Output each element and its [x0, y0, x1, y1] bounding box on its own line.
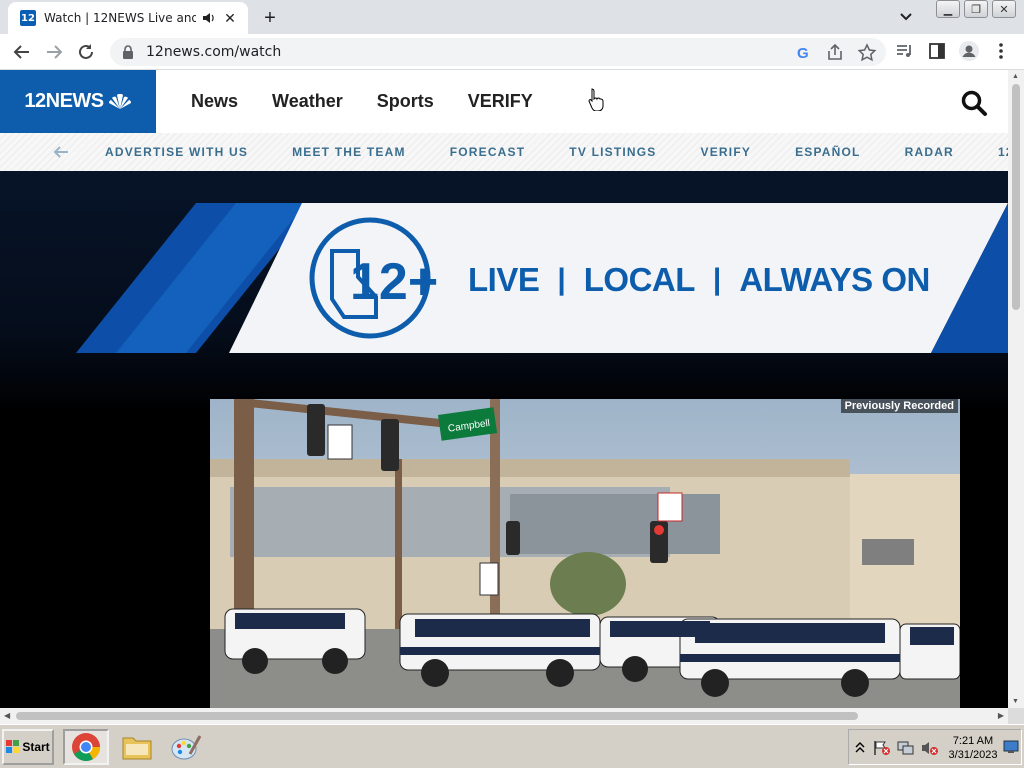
tab-strip: 12 Watch | 12NEWS Live and On-Demand ✕ +… — [0, 0, 1024, 34]
lock-icon — [123, 45, 133, 59]
scroll-down-icon[interactable]: ▼ — [1012, 698, 1019, 705]
sub-nav-items: ADVERTISE WITH US MEET THE TEAM FORECAST… — [105, 133, 1008, 171]
share-icon[interactable] — [824, 42, 846, 64]
clock[interactable]: 7:21 AM 3/31/2023 — [945, 734, 1001, 762]
forward-icon[interactable] — [42, 40, 66, 64]
sub-nav-forecast[interactable]: FORECAST — [450, 145, 526, 159]
close-tab-icon[interactable]: ✕ — [222, 10, 238, 26]
menu-icon[interactable] — [990, 40, 1012, 62]
chevron-up-icon[interactable] — [855, 741, 865, 753]
banner-tagline: LIVE | LOCAL | ALWAYS ON — [468, 261, 930, 299]
omnibox-icons: G — [792, 42, 878, 64]
vertical-scrollbar[interactable]: ▲ ▼ — [1008, 70, 1024, 708]
sub-nav-meet-the-team[interactable]: MEET THE TEAM — [292, 145, 406, 159]
profile-icon[interactable] — [958, 40, 980, 62]
banner-logo-text: 12+ — [350, 253, 438, 311]
banner-word-always-on: ALWAYS ON — [739, 261, 930, 298]
show-desktop-icon[interactable] — [1003, 740, 1019, 754]
window-close-icon[interactable]: ✕ — [992, 0, 1016, 18]
vertical-scroll-thumb[interactable] — [1012, 84, 1020, 310]
scroll-right-icon[interactable]: ▶ — [998, 711, 1004, 720]
nav-sports[interactable]: Sports — [377, 91, 434, 112]
nav-news[interactable]: News — [191, 91, 238, 112]
media-control-icon[interactable] — [894, 40, 916, 62]
speaker-icon[interactable] — [202, 11, 216, 25]
system-tray: 7:21 AM 3/31/2023 — [848, 729, 1022, 765]
arrow-left-icon[interactable] — [52, 143, 70, 161]
volume-muted-icon[interactable] — [921, 740, 939, 756]
previously-recorded-badge: Previously Recorded — [840, 399, 958, 413]
page-viewport: 12NEWS News Weather Sports VERIFY ADVERT… — [0, 70, 1008, 708]
horizontal-scrollbar[interactable]: ◀ ▶ — [0, 708, 1008, 724]
google-icon[interactable]: G — [792, 42, 814, 64]
nav-weather[interactable]: Weather — [272, 91, 343, 112]
scroll-corner — [1008, 708, 1024, 724]
site-header: 12NEWS News Weather Sports VERIFY — [0, 70, 1008, 133]
peacock-icon — [108, 93, 131, 109]
sub-nav-12news[interactable]: 12NEWS — [998, 145, 1008, 159]
hero-section: 12+ LIVE | LOCAL | ALWAYS ON Campbell Pr… — [0, 171, 1008, 708]
site-logo[interactable]: 12NEWS — [0, 70, 156, 133]
svg-text:G: G — [797, 45, 809, 62]
main-nav: News Weather Sports VERIFY — [191, 70, 533, 133]
video-player[interactable]: Campbell Previously Recorded — [210, 399, 960, 708]
address-bar[interactable]: 12news.com/watch G — [110, 38, 886, 66]
sub-nav: ADVERTISE WITH US MEET THE TEAM FORECAST… — [0, 133, 1008, 171]
chrome-icon — [72, 733, 100, 761]
back-icon[interactable] — [10, 40, 34, 64]
url-text: 12news.com/watch — [146, 44, 282, 60]
taskbar: Start 7:21 AM 3/31/2023 — [0, 724, 1024, 768]
twelve-plus-logo: 12+ — [309, 217, 438, 339]
nav-verify[interactable]: VERIFY — [468, 91, 533, 112]
restore-icon[interactable]: ❐ — [964, 0, 988, 18]
start-label: Start — [22, 740, 50, 754]
live-banner: 12+ LIVE | LOCAL | ALWAYS ON — [76, 203, 1008, 353]
minimize-icon[interactable]: ▁ — [936, 0, 960, 18]
plus-icon[interactable]: + — [258, 6, 282, 30]
search-icon[interactable] — [960, 89, 988, 117]
sub-nav-advertise[interactable]: ADVERTISE WITH US — [105, 145, 248, 159]
window-controls: ▁ ❐ ✕ — [936, 0, 1016, 18]
browser-toolbar: 12news.com/watch G — [0, 34, 1024, 70]
chevron-down-icon[interactable] — [896, 8, 916, 26]
scroll-left-icon[interactable]: ◀ — [4, 711, 10, 720]
reload-icon[interactable] — [74, 40, 98, 64]
banner-separator: | — [712, 263, 722, 296]
taskbar-paint[interactable] — [163, 729, 209, 765]
hand-cursor-icon — [588, 88, 604, 111]
sub-nav-tv-listings[interactable]: TV LISTINGS — [569, 145, 656, 159]
banner-word-live: LIVE — [468, 261, 540, 298]
tab-favicon: 12 — [20, 10, 36, 26]
tab-title: Watch | 12NEWS Live and On-Demand — [44, 11, 196, 25]
clock-date: 3/31/2023 — [948, 749, 998, 761]
taskbar-explorer[interactable] — [114, 729, 160, 765]
banner-word-local: LOCAL — [583, 261, 696, 298]
sub-nav-espanol[interactable]: ESPAÑOL — [795, 145, 861, 159]
taskbar-chrome[interactable] — [63, 729, 109, 765]
horizontal-scroll-thumb[interactable] — [16, 712, 858, 720]
star-icon[interactable] — [856, 42, 878, 64]
flag-alert-icon[interactable] — [873, 740, 891, 756]
windows-logo-icon — [6, 740, 20, 753]
side-panel-icon[interactable] — [926, 40, 948, 62]
sub-nav-verify[interactable]: VERIFY — [701, 145, 752, 159]
paint-palette-icon — [171, 735, 202, 760]
video-frame: Campbell — [210, 399, 960, 708]
banner-separator: | — [557, 263, 566, 296]
scroll-up-icon[interactable]: ▲ — [1012, 73, 1019, 80]
sub-nav-radar[interactable]: RADAR — [905, 145, 954, 159]
logo-text: 12NEWS — [24, 90, 104, 112]
extension-icons — [894, 40, 1012, 62]
folder-icon — [122, 737, 152, 760]
start-button[interactable]: Start — [2, 729, 54, 765]
clock-time: 7:21 AM — [952, 735, 994, 747]
network-icon[interactable] — [897, 740, 915, 756]
browser-tab[interactable]: 12 Watch | 12NEWS Live and On-Demand ✕ — [8, 2, 248, 34]
